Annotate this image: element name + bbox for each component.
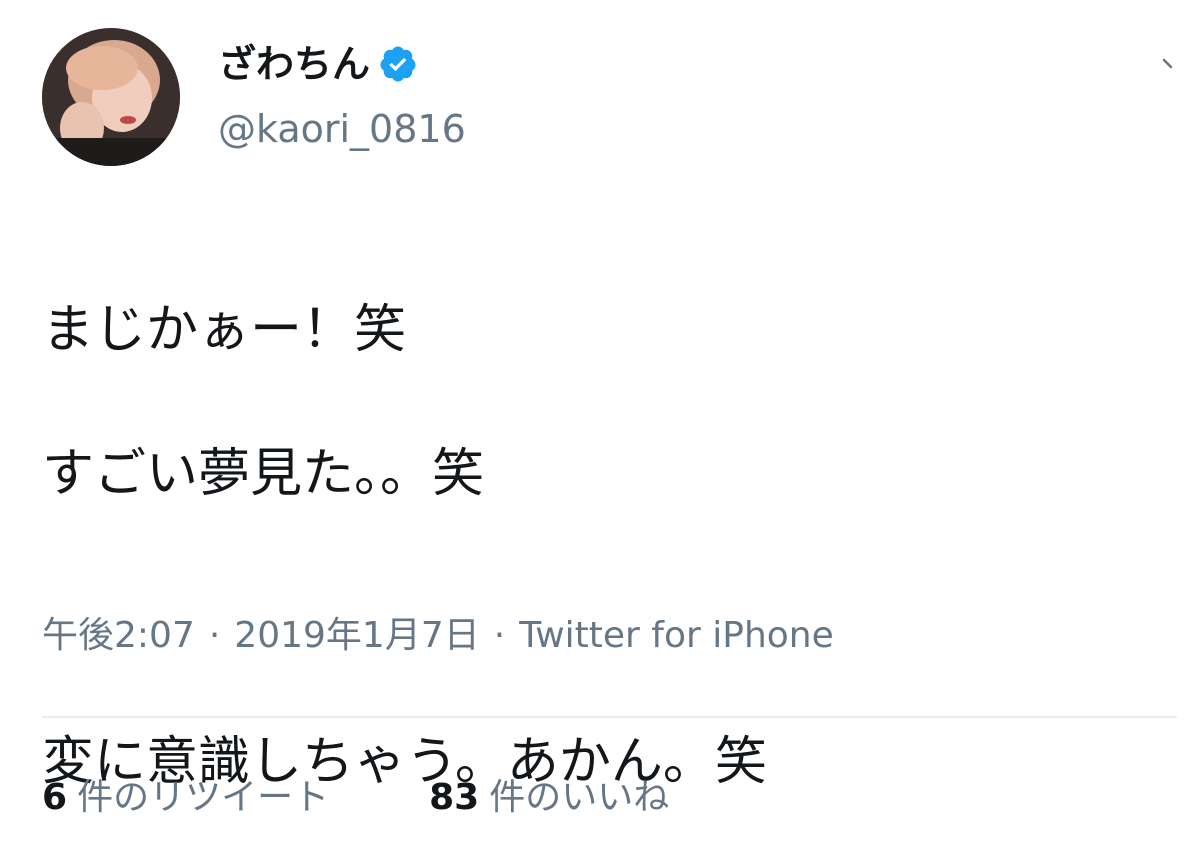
tweet-date[interactable]: 2019年1月7日: [234, 615, 479, 656]
likes-label: 件のいいね: [489, 777, 670, 818]
retweets-label: 件のリツイート: [77, 777, 330, 818]
retweets-count: 6: [42, 777, 68, 818]
avatar-image: [42, 28, 180, 166]
avatar[interactable]: [42, 28, 180, 166]
tweet-card: ざわちん @kaori_0816 まじかぁー！笑 すごい夢見た。。笑 変に意識し…: [0, 0, 1200, 865]
user-handle[interactable]: @kaori_0816: [218, 110, 466, 148]
meta-separator: ·: [208, 615, 221, 656]
chevron-down-icon[interactable]: [1160, 52, 1182, 74]
divider: [42, 716, 1177, 718]
display-name-text: ざわちん: [218, 42, 371, 86]
tweet-meta: 午後2:07 · 2019年1月7日 · Twitter for iPhone: [42, 618, 834, 654]
retweets-stat[interactable]: 6 件のリツイート: [42, 780, 329, 816]
verified-badge-icon: [378, 44, 418, 84]
tweet-source[interactable]: Twitter for iPhone: [519, 615, 834, 656]
tweet-text: まじかぁー！笑 すごい夢見た。。笑 変に意識しちゃう。あかん。笑: [42, 222, 1142, 865]
tweet-time[interactable]: 午後2:07: [42, 615, 195, 656]
likes-stat[interactable]: 83 件のいいね: [429, 780, 669, 816]
tweet-line: すごい夢見た。。笑: [42, 444, 485, 504]
tweet-line: まじかぁー！笑: [42, 300, 407, 360]
tweet-stats: 6 件のリツイート 83 件のいいね: [42, 780, 769, 816]
likes-count: 83: [429, 777, 480, 818]
display-name[interactable]: ざわちん: [218, 44, 418, 84]
meta-separator: ·: [493, 615, 506, 656]
